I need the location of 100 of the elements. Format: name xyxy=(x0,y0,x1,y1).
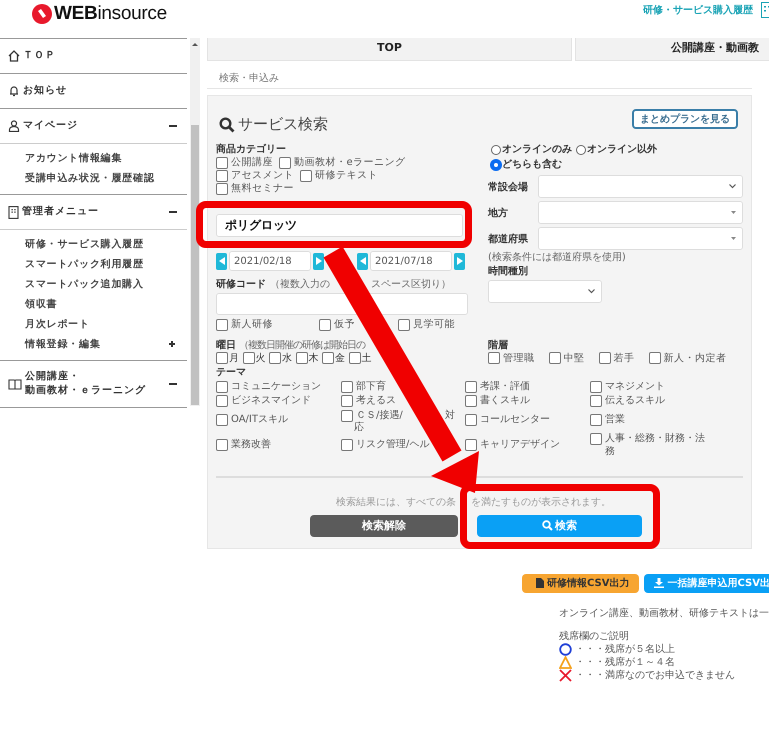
plan-button[interactable]: まとめプランを見る xyxy=(632,109,738,129)
info-text: オンライン講座、動画教材、研修テキストは一 xyxy=(559,606,769,620)
field-label: 時間種別 xyxy=(488,264,529,278)
theme-checkbox[interactable]: 人事・総務・財務・法務 xyxy=(590,432,710,458)
theme-checkbox[interactable]: 営業 xyxy=(590,413,625,426)
search-icon xyxy=(219,116,235,132)
search-icon xyxy=(542,520,553,531)
code-field[interactable] xyxy=(216,293,468,315)
previous-date-button[interactable] xyxy=(357,252,368,270)
csv-export-button[interactable]: 研修情報CSV出力 xyxy=(522,574,640,592)
sidebar-item[interactable]: スマートパック追加購入 xyxy=(0,274,187,294)
legend-text: ・・・残席が１～４名 xyxy=(575,656,675,668)
weekday-checkbox[interactable]: 木 xyxy=(296,352,319,364)
field-label: 常設会場 xyxy=(488,180,529,194)
weekday-checkbox[interactable]: 土 xyxy=(348,352,372,364)
theme-checkbox[interactable]: ビジネスマインド xyxy=(216,394,311,407)
logo-icon xyxy=(32,4,52,24)
clear-button[interactable]: 検索解除 xyxy=(310,514,458,536)
category-checkbox[interactable]: 無料セミナー xyxy=(216,182,294,195)
legend-title: 残席欄のご説明 xyxy=(559,630,630,642)
caret-right-icon xyxy=(316,257,322,265)
keyword-field[interactable]: ポリグロッツ xyxy=(216,214,463,237)
sidebar-item[interactable]: 領収書 xyxy=(0,294,187,314)
sidebar-item[interactable]: スマートパック利用履歴 xyxy=(0,254,187,274)
date-field[interactable]: 2021/02/18 xyxy=(229,251,311,271)
sidebar-item[interactable]: 情報登録・編集 xyxy=(0,334,187,354)
theme-checkbox[interactable]: 考課・評価 xyxy=(465,380,530,393)
theme-checkbox[interactable]: 業務改善 xyxy=(216,438,271,451)
theme-checkbox[interactable]: 考えるス xyxy=(341,394,396,407)
next-date-button[interactable] xyxy=(454,252,465,270)
weekday-checkbox[interactable]: 火 xyxy=(242,352,266,364)
category-checkbox[interactable]: 公開講座 xyxy=(216,156,273,169)
sidebar-section[interactable]: 公開講座・動画教材・ｅラーニング xyxy=(0,361,187,407)
weekday-checkbox[interactable]: 月 xyxy=(216,352,240,364)
sidebar-section[interactable]: お知らせ xyxy=(0,74,187,108)
sidebar-item[interactable]: 受講申込み状況・履歴確認 xyxy=(0,168,187,188)
mode-radio[interactable]: どちらも含む xyxy=(491,157,562,172)
home-icon xyxy=(8,50,20,62)
option-checkbox[interactable]: 仮予 xyxy=(319,318,355,331)
cross-icon xyxy=(559,668,572,682)
theme-checkbox[interactable]: コールセンター xyxy=(465,413,550,426)
option-checkbox[interactable]: 新人研修 xyxy=(216,318,273,331)
triangle-icon xyxy=(559,656,572,668)
mode-radio[interactable]: オンラインのみ xyxy=(491,142,572,157)
theme-checkbox[interactable]: コミュニケーション xyxy=(216,380,321,393)
theme-checkbox[interactable]: キャリアデザイン xyxy=(465,438,560,451)
theme-checkbox[interactable]: 伝えるスキル xyxy=(590,394,665,407)
date-field[interactable]: 2021/07/18 xyxy=(370,251,452,271)
scrollbar[interactable] xyxy=(190,38,200,406)
sidebar-item[interactable]: 研修・サービス購入履歴 xyxy=(0,234,187,254)
select-field[interactable] xyxy=(538,227,743,250)
nav-tab[interactable]: 公開講座・動画教 xyxy=(575,38,769,61)
caret-right-icon xyxy=(456,257,462,265)
category-checkbox[interactable]: 動画教材・eラーニング xyxy=(279,156,406,169)
sidebar-section[interactable]: マイページ xyxy=(0,109,187,143)
file-icon xyxy=(536,578,544,588)
field-note: （複数日開催の研修は開始日の xyxy=(239,338,365,352)
field-note: スペース区切り） xyxy=(371,278,451,291)
select-field[interactable] xyxy=(538,175,743,198)
theme-checkbox[interactable]: ＣＳ/接遇/ xyxy=(341,408,403,422)
book-icon xyxy=(8,378,22,390)
weekday-checkbox[interactable]: 水 xyxy=(269,352,292,364)
theme-checkbox[interactable]: OA/ITスキル xyxy=(216,413,288,426)
legend-text: ・・・残席が５名以上 xyxy=(575,642,675,656)
sidebar-item[interactable]: 月次レポート xyxy=(0,314,187,334)
level-checkbox[interactable]: 新人・内定者 xyxy=(648,352,726,364)
weekday-checkbox[interactable]: 金 xyxy=(322,352,346,364)
select-field[interactable] xyxy=(488,280,602,303)
sidebar-section[interactable]: 管理者メニュー xyxy=(0,195,187,229)
theme-checkbox[interactable]: マネジメント xyxy=(590,380,665,393)
logo-text[interactable]: WEBinsource xyxy=(54,3,167,25)
next-date-button[interactable] xyxy=(313,252,324,270)
theme-checkbox[interactable]: リスク管理/ヘル xyxy=(341,438,430,451)
chevron-down-icon xyxy=(588,289,595,294)
level-checkbox[interactable]: 管理職 xyxy=(488,352,534,364)
field-label: 都道府県 xyxy=(488,232,529,246)
theme-checkbox[interactable]: 書くスキル xyxy=(465,394,530,407)
caret-down-icon xyxy=(731,211,736,214)
level-checkbox[interactable]: 若手 xyxy=(598,352,634,364)
sidebar-section[interactable]: ＴＯＰ xyxy=(0,39,187,73)
level-checkbox[interactable]: 中堅 xyxy=(548,352,584,364)
category-checkbox[interactable]: 研修テキスト xyxy=(300,169,378,182)
sidebar-item[interactable]: アカウント情報編集 xyxy=(0,148,187,168)
mode-radio[interactable]: オンライン以外 xyxy=(576,142,657,157)
field-label: 商品カテゴリー xyxy=(216,142,287,156)
field-label: 研修コード xyxy=(216,278,266,291)
theme-checkbox[interactable]: 部下育 xyxy=(341,380,386,393)
field-label: 階層 xyxy=(488,338,509,352)
panel-title: サービス検索 xyxy=(238,115,328,134)
field-note: (検索条件には都道府県を使用) xyxy=(488,250,627,264)
nav-tab[interactable]: TOP xyxy=(207,38,572,61)
notice-text: を満たすものが表示されます。 xyxy=(471,496,612,508)
theme-label-text: 応 xyxy=(354,420,364,434)
category-checkbox[interactable]: アセスメント xyxy=(216,169,294,182)
previous-date-button[interactable] xyxy=(216,252,227,270)
select-field[interactable] xyxy=(538,201,743,224)
bell-icon xyxy=(8,85,20,97)
caret-left-icon xyxy=(218,257,224,265)
field-note: （複数入力の xyxy=(270,278,330,291)
option-checkbox[interactable]: 見学可能 xyxy=(398,318,455,331)
